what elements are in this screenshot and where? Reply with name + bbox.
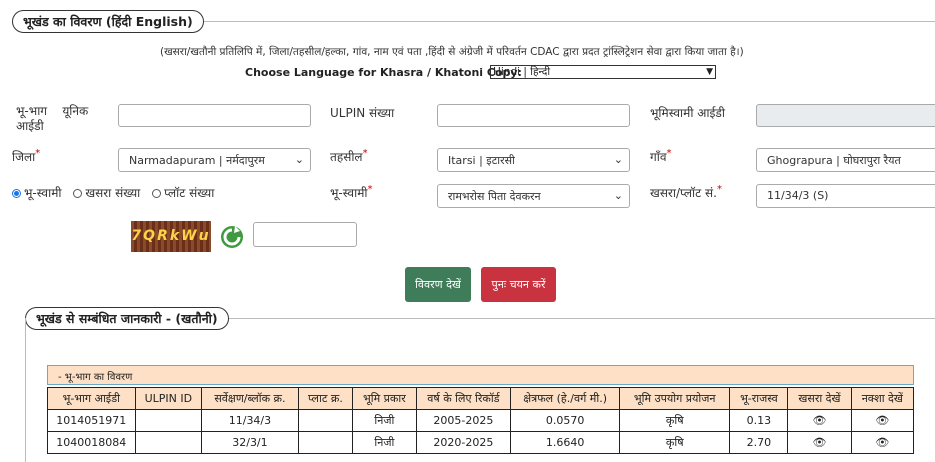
table-cell: 0.0570 (510, 409, 621, 432)
district-select[interactable]: Narmadapuram | नर्मदापुरम ⌄ (118, 148, 311, 172)
column-header: खसरा देखें (787, 387, 852, 410)
view-khasra-cell[interactable]: 👁 (787, 409, 852, 432)
chevron-down-icon: ⌄ (294, 153, 304, 166)
owner-id-label: भूमिस्वामी आईडी (650, 106, 725, 120)
table-cell (134, 409, 203, 432)
captcha-image: 7QRkWu (131, 221, 211, 252)
section-title-land-details: भूखंड का विवरण (हिंदी English) (12, 10, 204, 33)
village-label: गाँव* (650, 148, 672, 164)
reset-selection-button[interactable]: पुनः चयन करें (481, 267, 556, 302)
eye-icon[interactable]: 👁 (875, 414, 889, 427)
language-select[interactable]: Hindi | हिन्दी ▼ (490, 65, 716, 79)
section-border (25, 318, 26, 462)
required-mark: * (666, 148, 672, 159)
owner-value: रामभरोस पिता देवकरन (448, 190, 541, 203)
required-mark: * (367, 184, 373, 195)
refresh-icon[interactable] (218, 223, 246, 254)
tehsil-select[interactable]: Itarsi | इटारसी ⌄ (437, 148, 630, 172)
table-cell: कृषि (619, 409, 731, 432)
column-header: भूमि प्रकार (352, 387, 417, 410)
ulpin-input[interactable] (437, 104, 630, 127)
table-cell: कृषि (619, 431, 731, 454)
view-khasra-cell[interactable]: 👁 (787, 431, 852, 454)
radio-khasra-label: खसरा संख्या (85, 186, 141, 200)
chevron-down-icon: ▼ (706, 67, 713, 77)
search-by-options: भू-स्वामी खसरा संख्या प्लॉट संख्या (12, 184, 214, 201)
table-cell: 2005-2025 (415, 409, 512, 432)
table-cell: 0.13 (729, 409, 789, 432)
khasra-label: खसरा/प्लॉट सं.* (650, 184, 722, 200)
table-header-row: भू-भाग आईडी ULPIN ID सर्वेक्षण/ब्लॉक क्र. प… (47, 387, 915, 410)
table-cell (134, 431, 203, 454)
eye-icon[interactable]: 👁 (812, 436, 826, 449)
table-cell: 11/34/3 (201, 409, 299, 432)
khasra-select[interactable]: 11/34/3 (S) (756, 184, 935, 208)
table-cell: निजी (352, 409, 417, 432)
column-header: वर्ष के लिए रिकॉर्ड (415, 387, 512, 410)
radio-icon (152, 189, 162, 198)
radio-plot-label: प्लॉट संख्या (164, 186, 215, 200)
village-select[interactable]: Ghograpura | घोघरापुरा रैयत (756, 148, 935, 172)
table-cell: 1.6640 (510, 431, 621, 454)
column-header: भू-राजस्व (729, 387, 789, 410)
table-caption: - भू-भाग का विवरण (47, 365, 914, 385)
section-title-khatauni: भूखंड से सम्बंधित जानकारी - (खतौनी) (25, 307, 229, 330)
radio-khasra[interactable]: खसरा संख्या (73, 186, 140, 200)
district-label: जिला* (12, 148, 41, 164)
khasra-value: 11/34/3 (S) (767, 189, 829, 202)
required-mark: * (362, 148, 368, 159)
table-cell: निजी (352, 431, 417, 454)
table-cell: 1014051971 (47, 409, 136, 432)
table-cell: 32/3/1 (201, 431, 299, 454)
chevron-down-icon: ⌄ (613, 189, 623, 202)
required-mark: * (716, 184, 722, 195)
column-header: क्षेत्रफल (हे./वर्ग मी.) (510, 387, 621, 410)
radio-owner-label: भू-स्वामी (24, 186, 62, 200)
unique-id-label: भू-भाग यूनिक आईडी (16, 104, 89, 133)
chevron-down-icon: ⌄ (613, 153, 623, 166)
required-mark: * (35, 148, 41, 159)
language-select-value: Hindi | हिन्दी (493, 66, 551, 78)
column-header: नक्शा देखें (850, 387, 915, 410)
column-header: भू-भाग आईडी (47, 387, 136, 410)
view-map-cell[interactable]: 👁 (850, 409, 915, 432)
table-cell: 1040018084 (47, 431, 136, 454)
table-row: 1040018084 32/3/1 निजी 2020-2025 1.6640 कृषि 2… (47, 431, 915, 454)
village-value: Ghograpura | घोघरापुरा रैयत (767, 154, 901, 167)
tehsil-label: तहसील* (330, 148, 368, 164)
table-cell: 2020-2025 (415, 431, 512, 454)
owner-label: भू-स्वामी* (330, 184, 373, 200)
radio-owner[interactable]: भू-स्वामी (12, 186, 62, 200)
ulpin-label: ULPIN संख्या (330, 106, 395, 120)
language-label: Choose Language for Khasra / Khatoni Cop… (245, 66, 522, 79)
table-cell (297, 431, 354, 454)
radio-icon (73, 189, 83, 198)
view-map-cell[interactable]: 👁 (850, 431, 915, 454)
captcha-input[interactable] (253, 222, 357, 247)
land-details-table: भू-भाग आईडी ULPIN ID सर्वेक्षण/ब्लॉक क्र. प… (47, 387, 915, 454)
view-details-button[interactable]: विवरण देखें (405, 267, 471, 302)
column-header: सर्वेक्षण/ब्लॉक क्र. (201, 387, 299, 410)
column-header: भूमि उपयोग प्रयोजन (619, 387, 731, 410)
eye-icon[interactable]: 👁 (875, 436, 889, 449)
table-cell: 2.70 (729, 431, 789, 454)
radio-plot[interactable]: प्लॉट संख्या (152, 186, 214, 200)
eye-icon[interactable]: 👁 (812, 414, 826, 427)
column-header: प्लाट क्र. (297, 387, 354, 410)
tehsil-value: Itarsi | इटारसी (448, 154, 515, 167)
table-row: 1014051971 11/34/3 निजी 2005-2025 0.0570 कृषि… (47, 409, 915, 432)
info-note: (खसरा/खतौनी प्रतिलिपि में, जिला/तहसील/हल… (160, 46, 744, 58)
district-value: Narmadapuram | नर्मदापुरम (129, 154, 265, 167)
table-cell (297, 409, 354, 432)
column-header: ULPIN ID (134, 387, 203, 410)
unique-id-input[interactable] (118, 104, 311, 127)
owner-select[interactable]: रामभरोस पिता देवकरन ⌄ (437, 184, 630, 208)
radio-icon-selected (12, 189, 21, 198)
owner-id-input[interactable] (756, 104, 935, 127)
